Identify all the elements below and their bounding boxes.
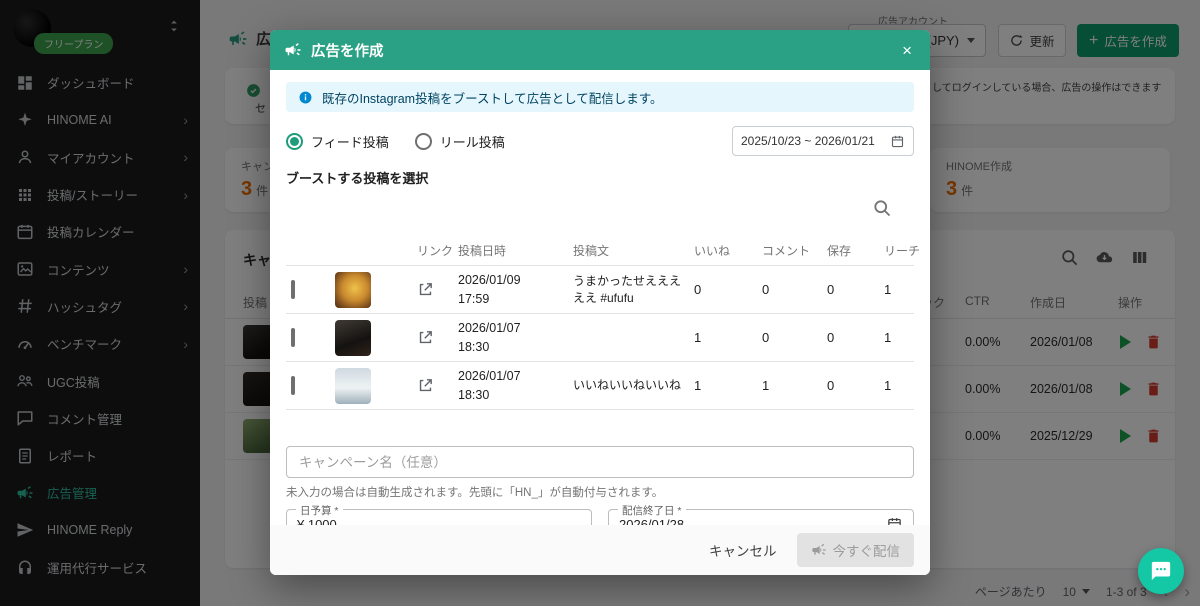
- date-range-value: 2025/10/23 ~ 2026/01/21: [741, 134, 884, 148]
- megaphone-icon: [811, 542, 827, 558]
- open-in-new-icon[interactable]: [417, 329, 434, 346]
- radio-feed-post[interactable]: フィード投稿: [286, 132, 389, 151]
- chat-icon: [1150, 560, 1172, 582]
- close-icon[interactable]: ×: [898, 40, 916, 61]
- cancel-button[interactable]: キャンセル: [699, 533, 787, 567]
- post-thumbnail: [335, 368, 371, 404]
- radio-reel-post[interactable]: リール投稿: [415, 132, 505, 151]
- radio-label: フィード投稿: [311, 132, 389, 151]
- campaign-helper-text: 未入力の場合は自動生成されます。先頭に「HN_」が自動付与されます。: [286, 484, 914, 500]
- select-posts-label: ブーストする投稿を選択: [286, 168, 914, 184]
- chat-widget-button[interactable]: [1138, 548, 1184, 594]
- submit-label: 今すぐ配信: [833, 540, 901, 560]
- post-row: 2026/01/0718:30 1 0 0 1: [286, 314, 914, 362]
- post-row: 2026/01/0718:30 いいねいいねいいね 1 1 0 1: [286, 362, 914, 410]
- info-icon: [298, 90, 313, 105]
- modal-footer: キャンセル 今すぐ配信: [270, 525, 930, 575]
- post-type-radios: フィード投稿 リール投稿: [286, 132, 505, 151]
- info-alert: 既存のInstagram投稿をブーストして広告として配信します。: [286, 82, 914, 112]
- end-date-label: 配信終了日 *: [618, 503, 686, 518]
- checkbox[interactable]: [291, 280, 295, 299]
- open-in-new-icon[interactable]: [417, 377, 434, 394]
- radio-unselected-icon: [415, 133, 432, 150]
- calendar-icon: [890, 134, 905, 149]
- posts-table-header: リンク 投稿日時 投稿文 いいね コメント 保存 リーチ: [286, 236, 914, 266]
- submit-button[interactable]: 今すぐ配信: [797, 533, 915, 567]
- post-row: 2026/01/0917:59 うまかったせえええええ #ufufu 0 0 0…: [286, 266, 914, 314]
- radio-label: リール投稿: [440, 132, 505, 151]
- megaphone-icon: [284, 41, 302, 59]
- open-in-new-icon[interactable]: [417, 281, 434, 298]
- posts-table: リンク 投稿日時 投稿文 いいね コメント 保存 リーチ 2026/01/091…: [286, 236, 914, 410]
- modal-body: 既存のInstagram投稿をブーストして広告として配信します。 フィード投稿 …: [270, 82, 930, 575]
- campaign-name-input[interactable]: [286, 446, 914, 478]
- create-ad-modal: 広告を作成 × 既存のInstagram投稿をブーストして広告として配信します。…: [270, 30, 930, 575]
- date-range-field[interactable]: 2025/10/23 ~ 2026/01/21: [732, 126, 914, 156]
- alert-text: 既存のInstagram投稿をブーストして広告として配信します。: [322, 88, 662, 107]
- post-thumbnail: [335, 272, 371, 308]
- radio-selected-icon: [286, 133, 303, 150]
- modal-title: 広告を作成: [311, 40, 889, 61]
- daily-budget-label: 日予算 *: [296, 503, 343, 518]
- checkbox[interactable]: [291, 376, 295, 395]
- search-icon[interactable]: [872, 198, 892, 218]
- checkbox[interactable]: [291, 328, 295, 347]
- modal-header: 広告を作成 ×: [270, 30, 930, 70]
- post-thumbnail: [335, 320, 371, 356]
